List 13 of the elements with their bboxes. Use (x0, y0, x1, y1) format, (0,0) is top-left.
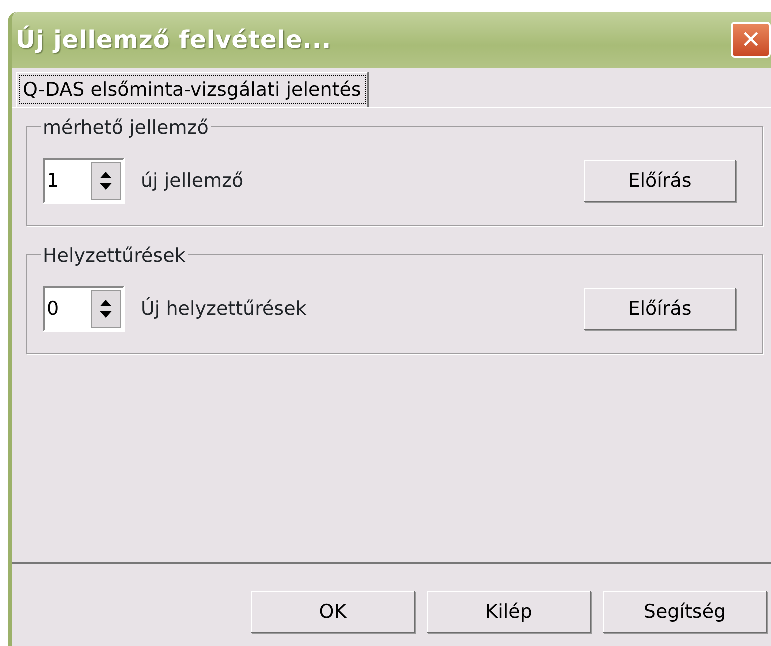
spin-arrows-icon[interactable] (91, 290, 121, 328)
dialog-button[interactable]: OK (251, 591, 415, 633)
spec-button[interactable]: Előírás (584, 288, 736, 330)
field-label: új jellemző (141, 168, 245, 194)
spin-arrows-icon[interactable] (91, 162, 121, 200)
spec-button[interactable]: Előírás (584, 160, 736, 202)
field-label: Új helyzettűrések (141, 296, 308, 322)
tab[interactable]: Q-DAS elsőminta-vizsgálati jelentés (16, 72, 370, 107)
dialog-button[interactable]: Segítség (603, 591, 767, 633)
spinner-field[interactable]: 1 (43, 158, 125, 204)
window-title: Új jellemző felvétele... (16, 24, 332, 56)
dialog-button[interactable]: Kilép (427, 591, 591, 633)
spinner-field[interactable]: 0 (43, 286, 125, 332)
